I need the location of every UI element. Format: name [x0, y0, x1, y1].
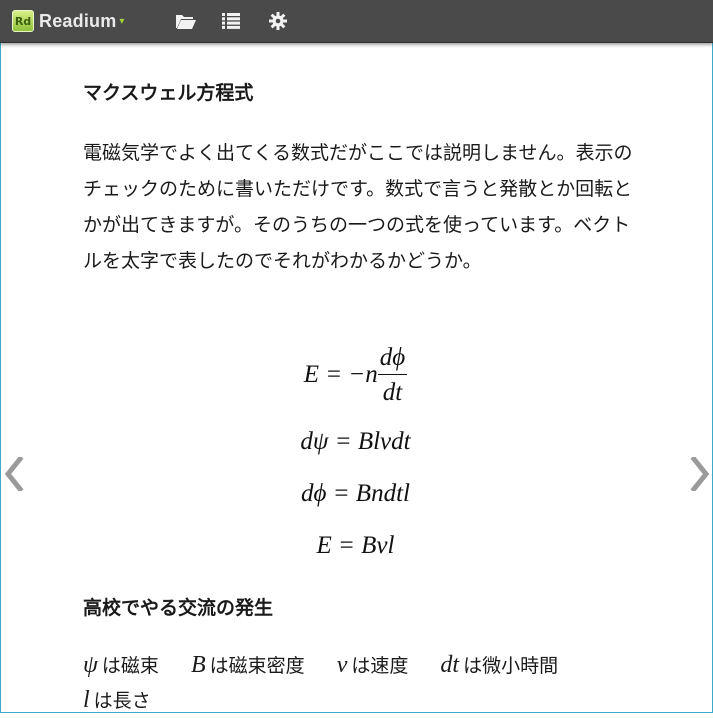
body-paragraph: 電磁気学でよく出てくる数式だがここでは説明しません。表示のチェックのために書いた… [83, 142, 633, 272]
equation-1-numerator: dϕ [377, 345, 408, 375]
variable-desc: は磁束密度 [209, 655, 305, 677]
variable-item: v は速度 [337, 648, 409, 683]
variable-symbol: dt [440, 652, 460, 678]
list-icon[interactable] [220, 10, 242, 32]
folder-open-icon[interactable] [175, 10, 197, 32]
variable-desc: は磁束 [101, 655, 159, 677]
variable-symbol: l [83, 687, 90, 713]
variable-desc: は長さ [93, 690, 151, 712]
app-menu[interactable]: Rd Readium ▾ [12, 9, 124, 33]
equation-1-fraction: dϕ dt [377, 345, 408, 406]
readium-logo-icon: Rd [12, 10, 34, 32]
gear-icon[interactable] [267, 10, 289, 32]
equation-1-denominator: dt [382, 379, 403, 406]
toolbar: Rd Readium ▾ [0, 0, 713, 43]
section-heading-maxwell: マクスウェル方程式 [83, 82, 254, 104]
variable-symbol: v [336, 652, 348, 678]
equation-1: E = −n dϕ dt [83, 345, 628, 405]
equation-1-lhs: E = −n [303, 361, 378, 388]
variable-item: B は磁束密度 [191, 648, 305, 683]
variable-item: dt は微小時間 [440, 648, 558, 683]
previous-page-arrow-icon[interactable] [4, 455, 26, 493]
variable-symbol: B [190, 652, 206, 678]
section-heading-ac: 高校でやる交流の発生 [83, 597, 274, 619]
equation-2: dψ = Blvdt [300, 428, 411, 455]
variable-desc: は微小時間 [463, 655, 559, 677]
variable-desc: は速度 [351, 655, 409, 677]
app-name: Readium [39, 10, 117, 31]
variable-symbol: ψ [83, 652, 98, 678]
variable-definitions: ψ は磁束 B は磁束密度 v は速度 dt は微小時間 l は長さ [83, 648, 643, 718]
equation-3: dϕ = Bndtl [301, 480, 410, 507]
next-page-arrow-icon[interactable] [688, 455, 710, 493]
chevron-down-icon: ▾ [119, 15, 125, 27]
variable-item: ψ は磁束 [83, 648, 159, 683]
equation-4: E = Bvl [316, 532, 395, 559]
variable-item: l は長さ [83, 683, 151, 718]
